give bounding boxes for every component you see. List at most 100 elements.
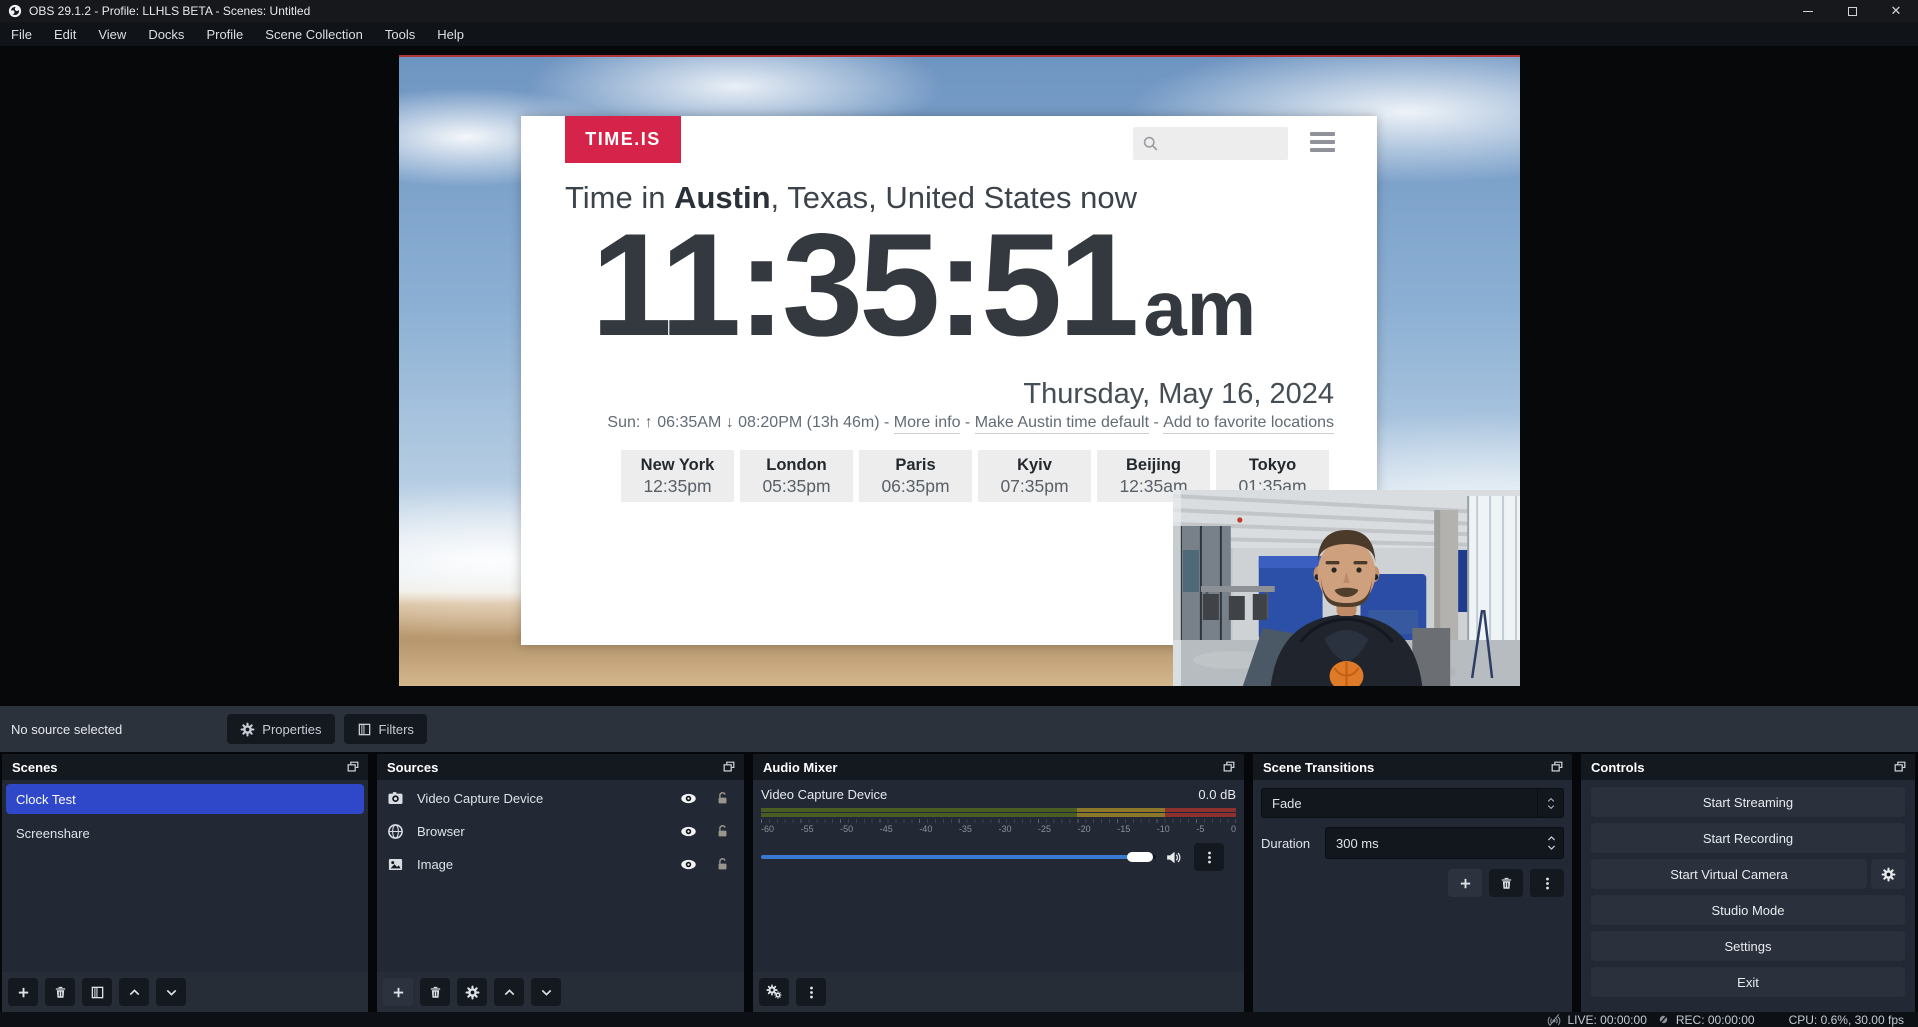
menu-edit[interactable]: Edit [43, 22, 87, 46]
gear-icon [465, 985, 480, 1000]
chevron-down-icon [539, 985, 554, 1000]
scene-transitions-panel: Scene Transitions Fade Duration 300 [1253, 754, 1572, 1012]
visibility-eye-icon[interactable] [680, 790, 697, 807]
city-card: New York12:35pm [621, 450, 734, 502]
remove-scene-button[interactable] [45, 978, 75, 1006]
remove-transition-button[interactable] [1489, 869, 1523, 897]
studio-mode-button[interactable]: Studio Mode [1591, 895, 1905, 925]
hamburger-menu-icon [1310, 132, 1335, 156]
controls-panel: Controls Start Streaming Start Recording… [1581, 754, 1915, 1012]
timeis-clock: 11:35:51 am [591, 212, 1256, 358]
source-toolbar: No source selected Properties Filters [0, 706, 1918, 754]
popout-icon[interactable] [722, 760, 736, 774]
lock-icon[interactable] [715, 824, 730, 839]
source-properties-button[interactable] [457, 978, 487, 1006]
source-item-video-capture[interactable]: Video Capture Device [377, 783, 744, 813]
globe-icon [387, 823, 404, 840]
mixer-toolbar [753, 972, 1244, 1012]
advanced-audio-button[interactable] [759, 978, 789, 1006]
city-card: Paris06:35pm [859, 450, 972, 502]
scene-item-clock-test[interactable]: Clock Test [6, 784, 364, 814]
volume-slider-handle[interactable] [1127, 852, 1153, 862]
sources-panel: Sources Video Capture Device Browser [377, 754, 744, 1012]
maximize-button[interactable] [1830, 0, 1874, 22]
double-gear-icon [766, 984, 782, 1000]
mixer-channel-menu-button[interactable] [1194, 843, 1224, 871]
spin-up-icon[interactable] [1546, 833, 1557, 842]
menu-scene-collection[interactable]: Scene Collection [254, 22, 374, 46]
chevron-up-icon [1546, 795, 1556, 803]
start-recording-button[interactable]: Start Recording [1591, 823, 1905, 853]
rec-status: REC: 00:00:00 [1657, 1013, 1755, 1027]
remove-source-button[interactable] [420, 978, 450, 1006]
meter-tick-labels: -60-55-50-45-40-35-30-25-20-15-10-50 [761, 824, 1236, 834]
popout-icon[interactable] [1893, 760, 1907, 774]
sources-toolbar [377, 972, 744, 1012]
start-streaming-button[interactable]: Start Streaming [1591, 787, 1905, 817]
obs-logo-icon [8, 4, 22, 18]
menu-bar: File Edit View Docks Profile Scene Colle… [0, 22, 1918, 46]
plus-icon [1458, 876, 1473, 891]
filters-button[interactable]: Filters [344, 714, 427, 744]
popout-icon[interactable] [346, 760, 360, 774]
add-transition-button[interactable] [1448, 869, 1482, 897]
title-bar: OBS 29.1.2 - Profile: LLHLS BETA - Scene… [0, 0, 1918, 22]
scene-filters-button[interactable] [82, 978, 112, 1006]
city-card: Kyiv07:35pm [978, 450, 1091, 502]
timeis-search-box [1133, 127, 1288, 160]
volume-slider[interactable] [761, 851, 1156, 863]
lock-icon[interactable] [715, 857, 730, 872]
exit-button[interactable]: Exit [1591, 967, 1905, 997]
audio-mixer-panel: Audio Mixer Video Capture Device 0.0 dB … [753, 754, 1244, 1012]
menu-file[interactable]: File [0, 22, 43, 46]
program-canvas[interactable]: TIME.IS Time in Austin, Texas, United St… [399, 55, 1520, 686]
cpu-fps-status: CPU: 0.6%, 30.00 fps [1789, 1013, 1904, 1027]
camera-icon [387, 790, 404, 807]
spin-down-icon[interactable] [1546, 844, 1557, 853]
properties-button[interactable]: Properties [227, 714, 334, 744]
menu-view[interactable]: View [87, 22, 137, 46]
record-inactive-icon [1657, 1013, 1670, 1026]
close-button[interactable]: ✕ [1874, 0, 1918, 22]
scene-item-screenshare[interactable]: Screenshare [6, 818, 364, 848]
transitions-title: Scene Transitions [1263, 760, 1374, 775]
lock-icon[interactable] [715, 791, 730, 806]
status-bar: LIVE: 00:00:00 REC: 00:00:00 CPU: 0.6%, … [0, 1012, 1918, 1027]
live-status: LIVE: 00:00:00 [1547, 1013, 1646, 1027]
menu-tools[interactable]: Tools [374, 22, 426, 46]
window-title: OBS 29.1.2 - Profile: LLHLS BETA - Scene… [29, 4, 310, 18]
visibility-eye-icon[interactable] [680, 823, 697, 840]
transition-menu-button[interactable] [1530, 869, 1564, 897]
virtual-camera-config-button[interactable] [1871, 859, 1905, 889]
city-card: London05:35pm [740, 450, 853, 502]
move-source-up-button[interactable] [494, 978, 524, 1006]
timeis-logo: TIME.IS [565, 116, 681, 163]
add-source-button[interactable] [383, 978, 413, 1006]
canvas-top-edge [399, 55, 1520, 57]
speaker-icon[interactable] [1165, 849, 1182, 866]
popout-icon[interactable] [1222, 760, 1236, 774]
add-scene-button[interactable] [8, 978, 38, 1006]
menu-docks[interactable]: Docks [137, 22, 195, 46]
settings-button[interactable]: Settings [1591, 931, 1905, 961]
move-scene-down-button[interactable] [156, 978, 186, 1006]
kebab-icon [1540, 876, 1555, 891]
mixer-menu-button[interactable] [796, 978, 826, 1006]
timeis-date: Thursday, May 16, 2024 [1023, 378, 1334, 411]
source-item-browser[interactable]: Browser [377, 816, 744, 846]
duration-spinbox[interactable]: 300 ms [1325, 827, 1564, 859]
scenes-title: Scenes [12, 760, 58, 775]
move-scene-up-button[interactable] [119, 978, 149, 1006]
transition-select[interactable]: Fade [1261, 788, 1564, 818]
source-item-image[interactable]: Image [377, 849, 744, 879]
start-virtual-camera-button[interactable]: Start Virtual Camera [1591, 859, 1867, 889]
meter-tick-marks [761, 819, 1236, 823]
minimize-button[interactable] [1786, 0, 1830, 22]
move-source-down-button[interactable] [531, 978, 561, 1006]
trash-icon [53, 985, 68, 1000]
menu-help[interactable]: Help [426, 22, 475, 46]
popout-icon[interactable] [1550, 760, 1564, 774]
visibility-eye-icon[interactable] [680, 856, 697, 873]
chevron-down-icon [1546, 804, 1556, 812]
menu-profile[interactable]: Profile [195, 22, 254, 46]
